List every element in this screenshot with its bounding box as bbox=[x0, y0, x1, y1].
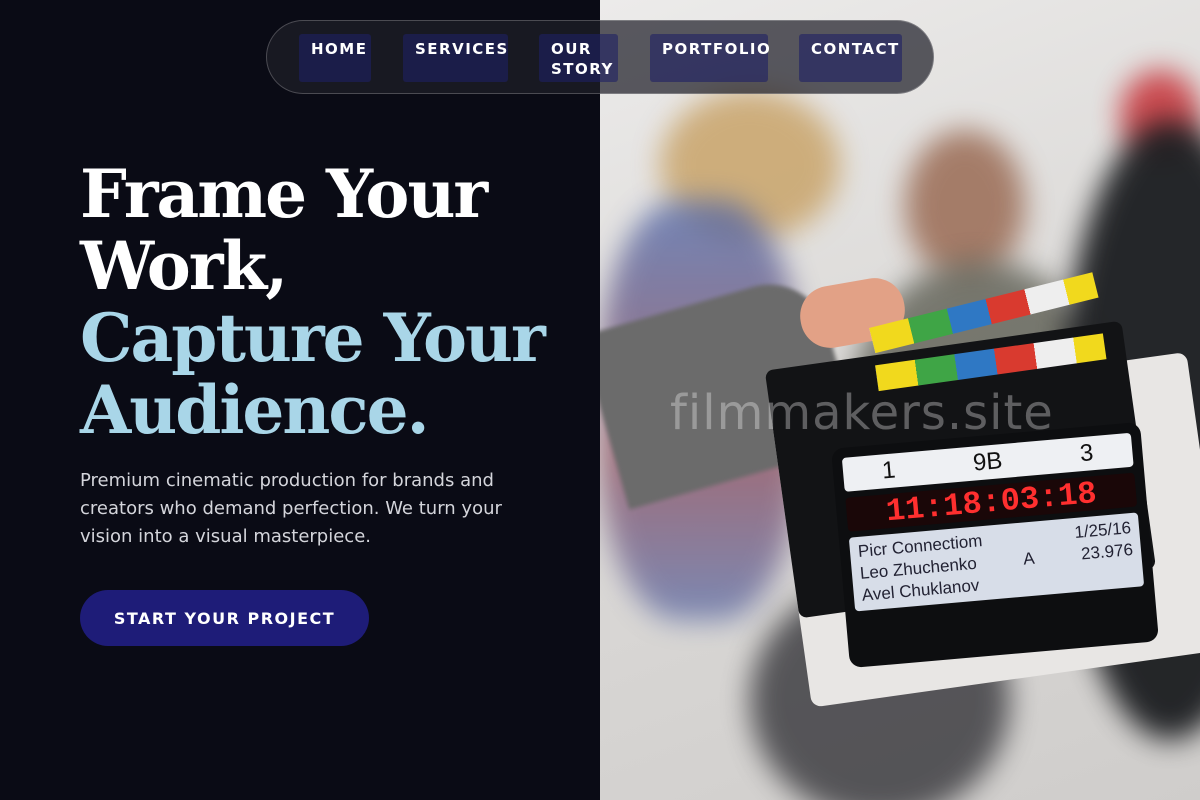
nav-item-contact[interactable]: CONTACT bbox=[799, 34, 902, 82]
slate-roll: 3 bbox=[1078, 439, 1095, 468]
nav-item-services[interactable]: SERVICES bbox=[403, 34, 508, 82]
slate-fps: 23.976 bbox=[1080, 540, 1134, 564]
start-project-button[interactable]: START YOUR PROJECT bbox=[80, 590, 369, 646]
nav-item-our-story[interactable]: OUR STORY bbox=[539, 34, 618, 82]
slate-tablet: 1 9B 3 11:18:03:18 Picr Connectiom 1/25/1… bbox=[831, 421, 1159, 669]
watermark: filmmakers.site bbox=[670, 385, 1054, 441]
hero-title-line4: Audience. bbox=[80, 371, 430, 449]
nav-item-home[interactable]: HOME bbox=[299, 34, 371, 82]
main-nav: HOME SERVICES OUR STORY PORTFOLIO CONTAC… bbox=[266, 20, 934, 94]
photo-blur-head bbox=[905, 130, 1025, 280]
hero-title: Frame Your Work, Capture Your Audience. bbox=[80, 158, 580, 446]
hero-photo: 1 9B 3 11:18:03:18 Picr Connectiom 1/25/1… bbox=[600, 0, 1200, 800]
nav-item-portfolio[interactable]: PORTFOLIO bbox=[650, 34, 770, 82]
hero-title-line3: Capture Your bbox=[80, 299, 546, 377]
hero-subtitle: Premium cinematic production for brands … bbox=[80, 470, 502, 547]
slate-scene: 1 bbox=[880, 456, 897, 485]
hero-title-line2: Work, bbox=[80, 227, 288, 305]
slate-take: 9B bbox=[971, 447, 1004, 477]
slate-cam-letter: A bbox=[1022, 548, 1036, 569]
hero-title-line1: Frame Your bbox=[80, 155, 488, 233]
